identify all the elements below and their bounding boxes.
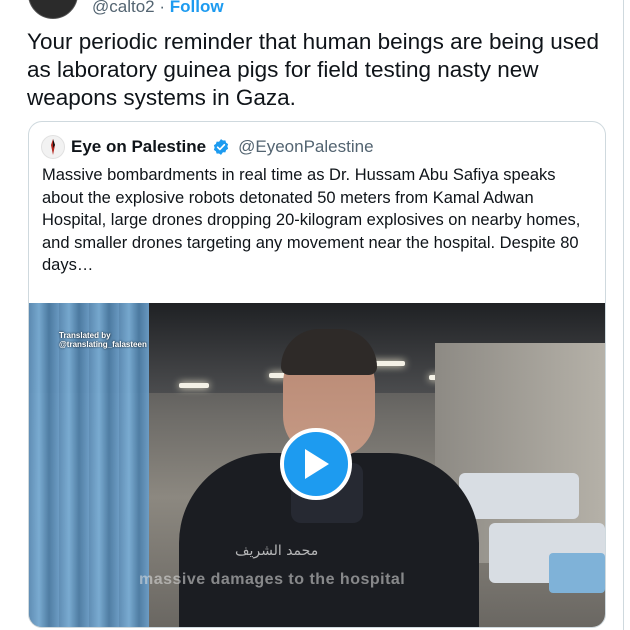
subtitle-english: massive damages to the hospital xyxy=(139,571,406,588)
flag-avatar-icon[interactable] xyxy=(41,135,65,159)
quoted-tweet[interactable]: Eye on Palestine @EyeonPalestine Massive… xyxy=(28,121,606,628)
handle-separator: · xyxy=(159,0,166,16)
quoted-author-name[interactable]: Eye on Palestine xyxy=(71,137,206,157)
blue-curtain xyxy=(29,303,149,627)
quoted-tweet-header: Eye on Palestine @EyeonPalestine xyxy=(41,134,374,160)
timeline-right-border xyxy=(623,0,624,630)
tweet-author-bar: @calto2 · Follow xyxy=(28,0,224,19)
watermark-line-1: Translated by xyxy=(59,331,111,340)
tweet-text: Your periodic reminder that human beings… xyxy=(27,29,600,110)
quoted-tweet-text: Massive bombardments in real time as Dr.… xyxy=(42,166,581,274)
quoted-author-handle[interactable]: @EyeonPalestine xyxy=(238,137,373,157)
watermark-line-2: @translating_falasteen xyxy=(59,340,147,349)
follow-button[interactable]: Follow xyxy=(170,0,224,16)
verified-badge-icon xyxy=(214,139,229,155)
video-thumbnail[interactable]: Translated by @translating_falasteen محم… xyxy=(29,303,605,627)
play-button[interactable] xyxy=(280,428,352,500)
tweet-page: @calto2 · Follow Your periodic reminder … xyxy=(0,0,630,630)
video-watermark: Translated by @translating_falasteen xyxy=(59,331,147,349)
author-handle[interactable]: @calto2 xyxy=(92,0,155,16)
author-handle-row: @calto2 · Follow xyxy=(92,0,224,17)
ceiling-light xyxy=(179,383,209,388)
subtitle-arabic: محمد الشريف xyxy=(235,543,319,559)
hospital-bed xyxy=(459,473,579,519)
play-icon xyxy=(305,449,329,479)
author-avatar[interactable] xyxy=(28,0,78,19)
hospital-bed-mattress xyxy=(549,553,605,593)
